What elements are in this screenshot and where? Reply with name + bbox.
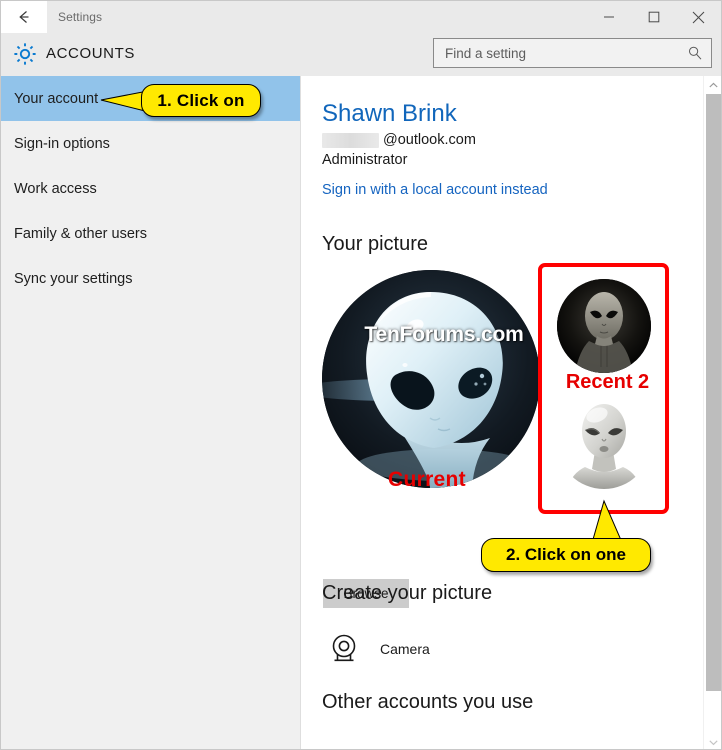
account-email: @outlook.com	[322, 132, 476, 148]
sidebar-item-label: Your account	[14, 90, 99, 107]
camera-label: Camera	[380, 641, 430, 657]
local-account-link[interactable]: Sign in with a local account instead	[322, 182, 548, 198]
search-input[interactable]	[443, 44, 673, 62]
back-button[interactable]	[1, 1, 47, 33]
recent-pictures-highlight: Recent 2	[538, 263, 669, 514]
section-create-your-picture: Create your picture	[322, 582, 493, 604]
sidebar-item-label: Sign-in options	[14, 135, 110, 152]
back-arrow-icon	[14, 7, 34, 27]
section-other-accounts: Other accounts you use	[322, 691, 534, 713]
sidebar-item-sign-in-options[interactable]: Sign-in options	[1, 121, 300, 166]
sidebar-item-label: Sync your settings	[14, 270, 133, 287]
minimize-icon	[603, 11, 615, 23]
sidebar-item-label: Work access	[14, 180, 97, 197]
callout-step-2: 2. Click on one	[481, 538, 651, 572]
callout-step-2-text: 2. Click on one	[506, 545, 626, 564]
search-icon[interactable]	[687, 45, 703, 61]
recent-label: Recent 2	[565, 371, 650, 393]
callout-step-1: 1. Click on	[141, 84, 261, 117]
sidebar-item-work-access[interactable]: Work access	[1, 166, 300, 211]
minimize-button[interactable]	[586, 1, 631, 33]
email-redaction	[322, 132, 379, 148]
sidebar: Your account Sign-in options Work access…	[1, 76, 301, 749]
close-icon	[692, 11, 705, 24]
sidebar-item-label: Family & other users	[14, 225, 147, 242]
sidebar-item-sync-your-settings[interactable]: Sync your settings	[1, 256, 300, 301]
camera-option[interactable]: Camera	[323, 628, 430, 670]
watermark: TenForums.com	[364, 323, 524, 346]
maximize-button[interactable]	[631, 1, 676, 33]
account-role: Administrator	[322, 152, 408, 168]
gear-icon	[12, 41, 38, 67]
settings-window: Settings ACCOUNTS Find a setting Your ac…	[0, 0, 722, 750]
current-label: Current	[388, 468, 466, 491]
callout-step-1-text: 1. Click on	[157, 90, 245, 110]
close-button[interactable]	[676, 1, 721, 33]
recent-picture-2[interactable]	[557, 395, 651, 489]
content-pane: Shawn Brink @outlook.com Administrator S…	[302, 76, 702, 749]
scrollbar-thumb[interactable]	[706, 94, 721, 691]
title-bar: Settings	[1, 1, 721, 33]
window-title: Settings	[58, 10, 103, 24]
content-scrollbar[interactable]	[703, 76, 721, 749]
sidebar-item-family-other-users[interactable]: Family & other users	[1, 211, 300, 256]
section-your-picture: Your picture	[322, 233, 428, 255]
page-header: ACCOUNTS	[1, 33, 721, 76]
page-title: ACCOUNTS	[46, 45, 135, 62]
account-email-domain: @outlook.com	[383, 132, 476, 148]
search-box[interactable]	[433, 38, 712, 68]
camera-icon	[323, 628, 365, 670]
scroll-up-button[interactable]	[704, 76, 721, 94]
window-controls	[586, 1, 721, 33]
scroll-down-button[interactable]	[704, 733, 721, 749]
account-name: Shawn Brink	[322, 100, 457, 127]
recent-picture-1[interactable]	[557, 279, 651, 373]
current-picture[interactable]: TenForums.com	[322, 270, 540, 488]
maximize-icon	[648, 11, 660, 23]
